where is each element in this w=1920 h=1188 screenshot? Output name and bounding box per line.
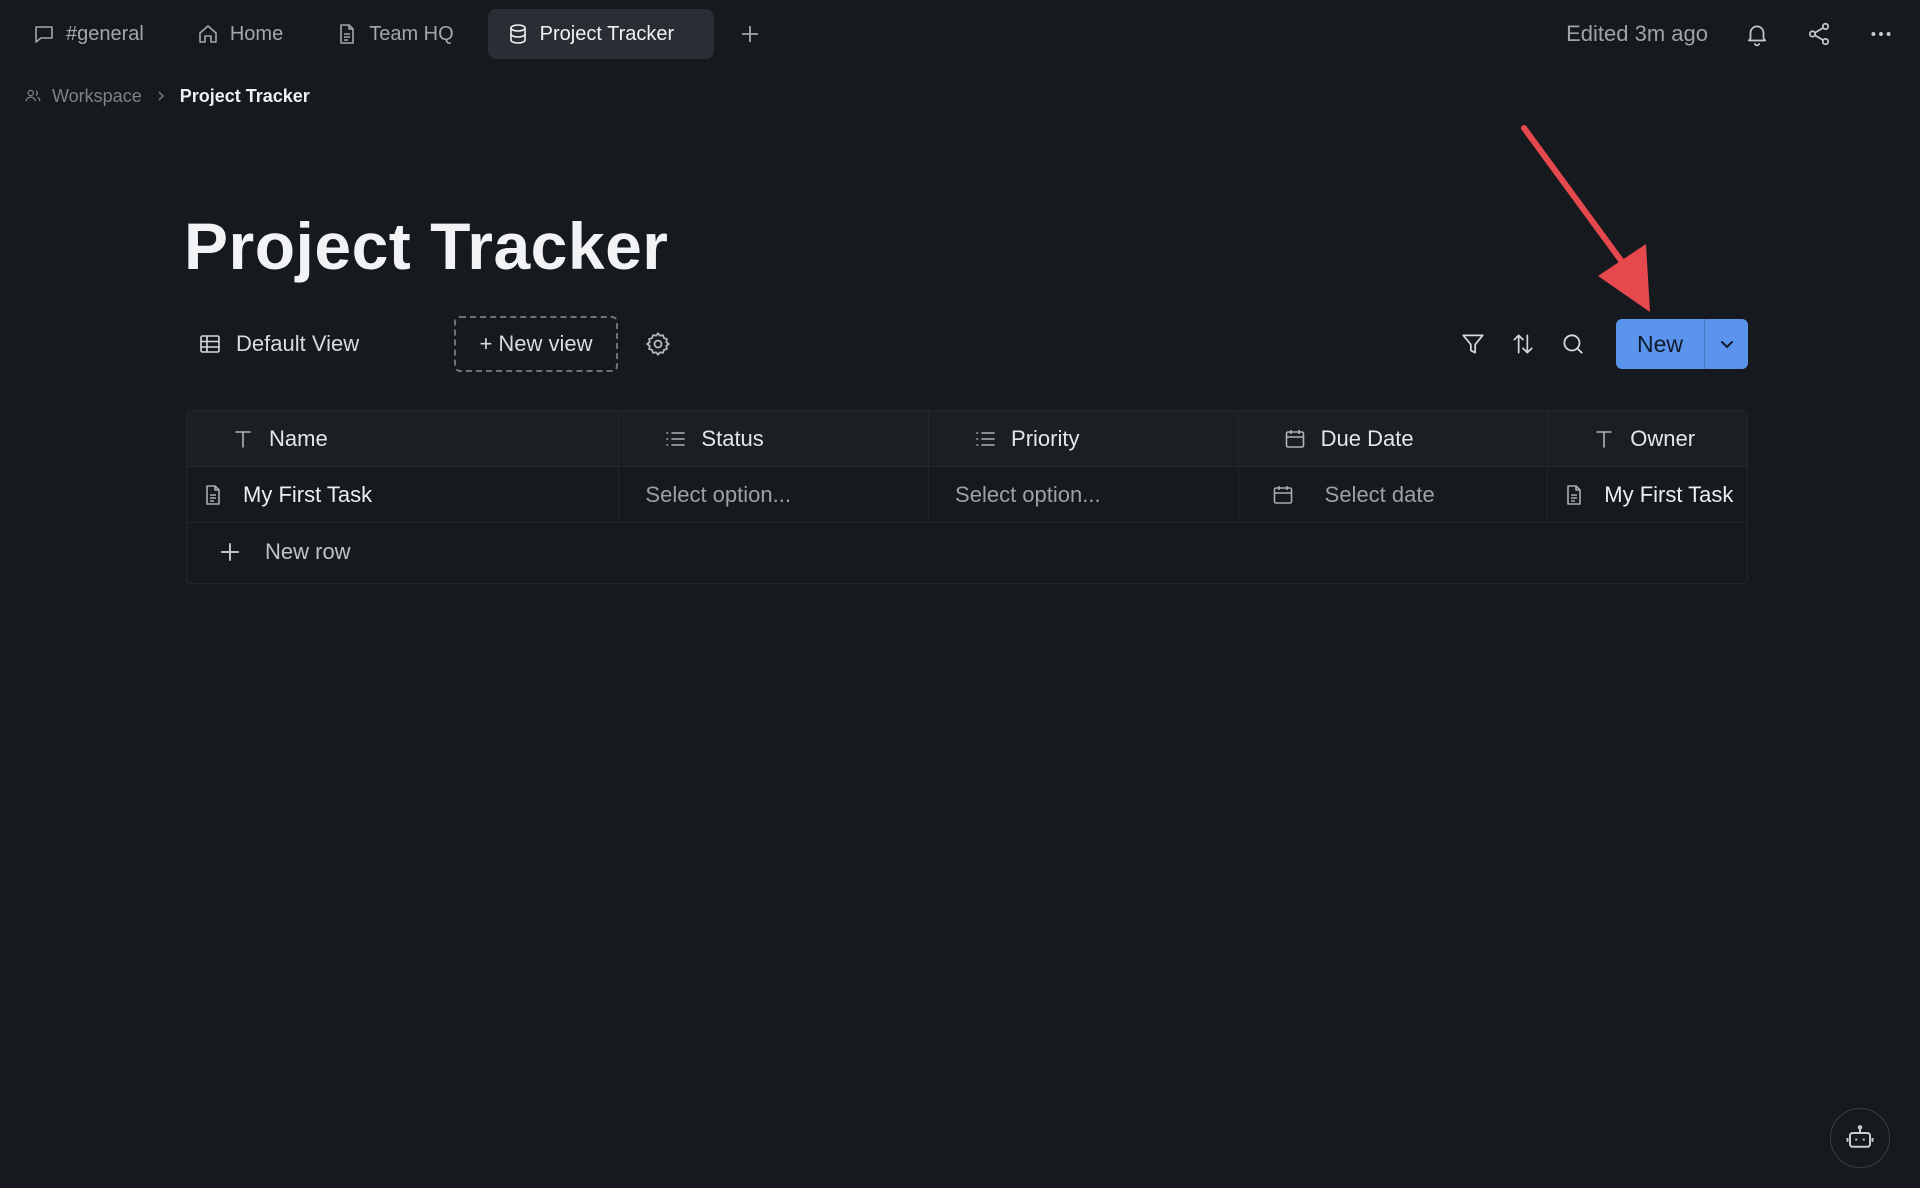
column-label: Priority	[1011, 425, 1080, 451]
chevron-right-icon	[154, 89, 168, 103]
breadcrumb: Workspace Project Tracker	[24, 80, 310, 112]
tab-label: #general	[66, 22, 144, 45]
document-icon	[335, 22, 359, 46]
home-icon	[196, 22, 220, 46]
cell-due-date[interactable]: Select date	[1239, 467, 1549, 522]
column-header-owner[interactable]: Owner	[1548, 411, 1747, 466]
more-icon	[1868, 21, 1894, 47]
text-type-icon	[1592, 427, 1616, 451]
chevron-down-icon	[1718, 335, 1736, 353]
cell-priority[interactable]: Select option...	[929, 467, 1239, 522]
tab-strip: #general Home Team HQ Project Tracker	[0, 0, 770, 68]
view-label: Default View	[236, 331, 360, 356]
tab-general[interactable]: #general	[14, 9, 162, 59]
calendar-icon	[1271, 483, 1295, 507]
column-label: Name	[269, 425, 328, 451]
text-type-icon	[231, 427, 255, 451]
list-icon	[663, 427, 687, 451]
annotation-arrow	[1521, 125, 1650, 312]
add-tab-button[interactable]	[730, 14, 770, 54]
sort-button[interactable]	[1498, 319, 1548, 369]
plus-icon	[219, 541, 241, 563]
breadcrumb-label: Project Tracker	[179, 85, 310, 106]
view-settings-button[interactable]	[644, 330, 672, 358]
calendar-icon	[1283, 427, 1307, 451]
row-title[interactable]: My First Task	[243, 482, 372, 508]
new-row-label: New row	[265, 539, 351, 564]
table-header: Name Status Priority Due Date Owner	[187, 411, 1747, 467]
column-label: Owner	[1630, 425, 1696, 451]
share-button[interactable]	[1802, 17, 1836, 51]
tab-home[interactable]: Home	[178, 9, 301, 59]
cell-name[interactable]: My First Task	[187, 467, 620, 522]
column-header-priority[interactable]: Priority	[929, 411, 1239, 466]
page-title[interactable]: Project Tracker	[184, 208, 668, 284]
cell-status[interactable]: Select option...	[619, 467, 930, 522]
new-button[interactable]: New	[1616, 319, 1704, 369]
column-label: Status	[701, 425, 764, 451]
tab-label: Home	[229, 22, 284, 45]
column-header-due-date[interactable]: Due Date	[1239, 411, 1549, 466]
view-toolbar: Default View + New view New	[186, 316, 1748, 372]
document-icon	[201, 483, 225, 507]
owner-value[interactable]: My First Task	[1604, 482, 1733, 508]
top-bar: #general Home Team HQ Project Tracker Ed…	[0, 0, 1920, 68]
date-select-placeholder: Select date	[1324, 481, 1435, 507]
column-header-status[interactable]: Status	[619, 411, 930, 466]
assistant-button[interactable]	[1830, 1108, 1890, 1168]
new-dropdown-button[interactable]	[1704, 319, 1748, 369]
sort-icon	[1510, 331, 1536, 357]
table-grid-icon	[198, 332, 222, 356]
database-table: Name Status Priority Due Date Owner My F…	[186, 410, 1748, 584]
more-options-button[interactable]	[1864, 17, 1898, 51]
status-select-placeholder: Select option...	[645, 481, 791, 507]
breadcrumb-workspace[interactable]: Workspace	[24, 86, 142, 107]
chat-icon	[32, 22, 56, 46]
edited-timestamp: Edited 3m ago	[1566, 21, 1708, 46]
notifications-button[interactable]	[1740, 17, 1774, 51]
new-record-split-button: New	[1616, 319, 1748, 369]
cell-owner[interactable]: My First Task	[1548, 467, 1747, 522]
tab-project-tracker[interactable]: Project Tracker	[487, 9, 715, 59]
robot-icon	[1845, 1123, 1875, 1153]
breadcrumb-current[interactable]: Project Tracker	[180, 86, 310, 107]
filter-icon	[1460, 331, 1486, 357]
people-icon	[24, 87, 42, 105]
new-row-button[interactable]: New row	[187, 523, 1747, 581]
document-icon	[1562, 483, 1586, 507]
table-row[interactable]: My First Task Select option... Select op…	[187, 467, 1747, 523]
column-header-name[interactable]: Name	[187, 411, 620, 466]
share-icon	[1806, 21, 1832, 47]
search-icon	[1560, 331, 1586, 357]
list-icon	[973, 427, 997, 451]
gear-icon	[644, 330, 672, 358]
database-icon	[506, 22, 530, 46]
filter-button[interactable]	[1448, 319, 1498, 369]
breadcrumb-label: Workspace	[52, 85, 142, 106]
new-view-button[interactable]: + New view	[454, 316, 618, 372]
column-label: Due Date	[1320, 425, 1414, 451]
tab-label: Team HQ	[369, 22, 454, 45]
view-actions: New	[1448, 319, 1748, 369]
bell-icon	[1744, 21, 1770, 47]
tab-label: Project Tracker	[539, 22, 675, 45]
header-actions: Edited 3m ago	[1566, 0, 1898, 68]
default-view-tab[interactable]: Default View	[198, 316, 359, 372]
search-button[interactable]	[1548, 319, 1598, 369]
tab-team-hq[interactable]: Team HQ	[317, 9, 471, 59]
plus-icon	[740, 24, 760, 44]
priority-select-placeholder: Select option...	[955, 481, 1101, 507]
